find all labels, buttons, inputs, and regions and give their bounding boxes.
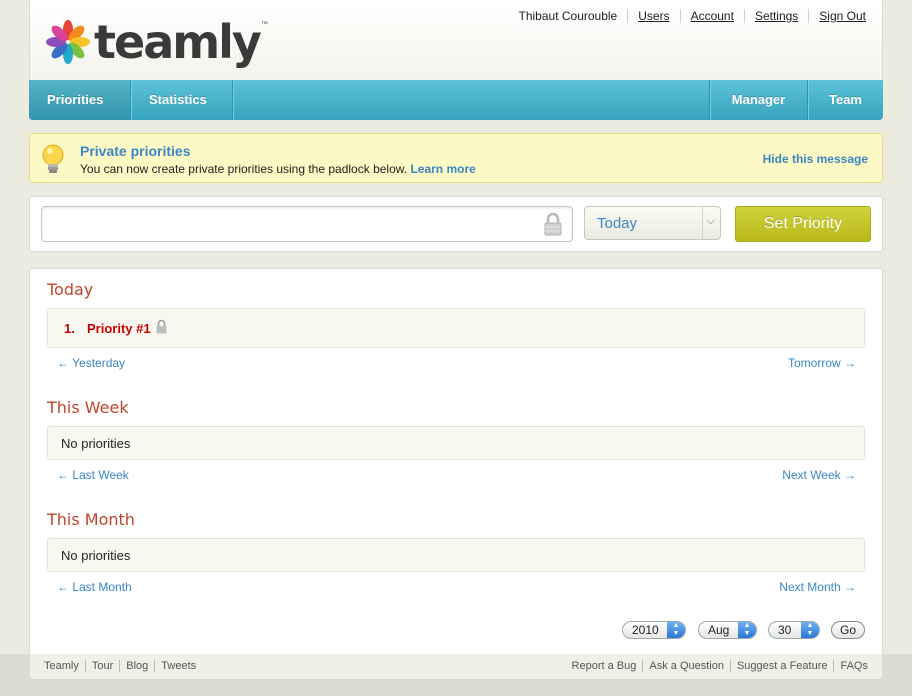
nav-left: Priorities Statistics — [29, 80, 233, 120]
main-nav: Priorities Statistics Manager Team — [29, 80, 883, 120]
hide-message-link[interactable]: Hide this message — [763, 152, 868, 166]
set-priority-button[interactable]: Set Priority — [735, 206, 871, 242]
lightbulb-icon — [42, 144, 64, 173]
empty-state-text: No priorities — [61, 436, 131, 451]
footer-right-links: Report a Bug Ask a Question Suggest a Fe… — [572, 660, 868, 672]
chevron-down-icon: ⌵ — [707, 216, 715, 227]
next-month-link[interactable]: Next Month → — [779, 580, 856, 594]
users-link[interactable]: Users — [627, 9, 679, 23]
notice-text: You can now create private priorities us… — [80, 162, 476, 176]
current-user-name: Thibaut Courouble — [518, 9, 618, 23]
tab-statistics[interactable]: Statistics — [131, 80, 233, 120]
footer-link-faqs[interactable]: FAQs — [833, 660, 868, 672]
priority-number: 1. — [64, 321, 75, 336]
nav-right: Manager Team — [709, 80, 883, 120]
priority-input[interactable] — [41, 206, 573, 242]
footer-link-ask-question[interactable]: Ask a Question — [642, 660, 730, 672]
footer-link-suggest-feature[interactable]: Suggest a Feature — [729, 660, 834, 672]
page: teamly ™ Thibaut Courouble Users Account… — [29, 0, 883, 696]
timeframe-select[interactable]: Today ⌵ — [584, 206, 721, 240]
logo-trademark: ™ — [260, 20, 268, 28]
priority-entry-form: Today ⌵ Set Priority — [29, 196, 883, 252]
footer-link-tweets[interactable]: Tweets — [154, 660, 196, 672]
footer-link-report-bug[interactable]: Report a Bug — [572, 660, 643, 672]
logo-text: teamly — [94, 15, 262, 69]
year-select-value: 2010 — [632, 623, 659, 637]
day-select-value: 30 — [778, 623, 792, 637]
footer: Teamly Tour Blog Tweets Report a Bug Ask… — [29, 654, 883, 680]
priority-label[interactable]: Priority #1 — [87, 321, 151, 336]
teamly-flower-icon — [46, 20, 90, 64]
last-week-link[interactable]: ← Last Week — [57, 468, 129, 482]
notice-body: You can now create private priorities us… — [80, 162, 408, 176]
go-button[interactable]: Go — [831, 621, 865, 639]
logo[interactable]: teamly ™ — [46, 14, 268, 70]
year-select[interactable]: 2010 ▲ ▼ — [622, 621, 686, 639]
settings-link[interactable]: Settings — [743, 9, 808, 23]
private-priorities-notice: Private priorities You can now create pr… — [29, 133, 883, 183]
sign-out-link[interactable]: Sign Out — [808, 9, 866, 23]
tomorrow-link[interactable]: Tomorrow → — [788, 356, 856, 370]
header: teamly ™ Thibaut Courouble Users Account… — [29, 0, 883, 80]
yesterday-link[interactable]: ← Yesterday — [57, 356, 125, 370]
account-links: Thibaut Courouble Users Account Settings… — [509, 9, 866, 23]
empty-state-text: No priorities — [61, 548, 131, 563]
section-title-month: This Month — [47, 510, 135, 529]
timeframe-select-value: Today — [597, 215, 638, 232]
tab-manager[interactable]: Manager — [709, 80, 807, 120]
footer-left-links: Teamly Tour Blog Tweets — [44, 660, 196, 672]
padlock-icon[interactable] — [542, 212, 564, 236]
learn-more-link[interactable]: Learn more — [410, 162, 475, 176]
list-item: No priorities — [47, 426, 865, 460]
stepper-arrows-icon: ▲ ▼ — [801, 622, 819, 638]
notice-title: Private priorities — [80, 143, 191, 159]
tab-priorities[interactable]: Priorities — [29, 80, 131, 120]
stepper-arrows-icon: ▲ ▼ — [738, 622, 756, 638]
last-month-link[interactable]: ← Last Month — [57, 580, 132, 594]
section-title-week: This Week — [47, 398, 129, 417]
list-item: 1. Priority #1 — [47, 308, 865, 348]
footer-link-teamly[interactable]: Teamly — [44, 660, 85, 672]
section-title-today: Today — [47, 280, 94, 299]
account-link[interactable]: Account — [679, 9, 744, 23]
footer-link-tour[interactable]: Tour — [84, 660, 119, 672]
month-select-value: Aug — [708, 623, 730, 637]
month-select[interactable]: Aug ▲ ▼ — [698, 621, 757, 639]
priorities-panel: Today 1. Priority #1 ← Yesterday Tomorro… — [29, 268, 883, 654]
next-week-link[interactable]: Next Week → — [782, 468, 856, 482]
timeframe-select-arrow: ⌵ — [702, 207, 720, 239]
padlock-icon[interactable] — [155, 319, 168, 334]
list-item: No priorities — [47, 538, 865, 572]
tab-team[interactable]: Team — [807, 80, 883, 120]
day-select[interactable]: 30 ▲ ▼ — [768, 621, 820, 639]
stepper-arrows-icon: ▲ ▼ — [667, 622, 685, 638]
footer-link-blog[interactable]: Blog — [119, 660, 154, 672]
